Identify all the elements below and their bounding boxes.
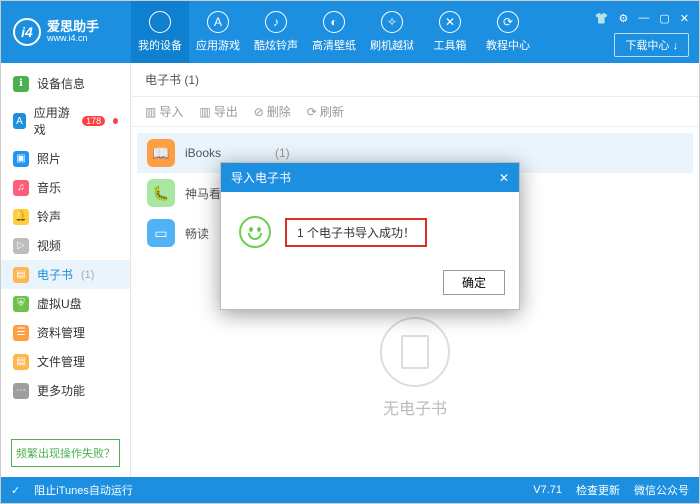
sidebar-icon: ▤ [13, 267, 29, 283]
badge: 178 [82, 116, 105, 126]
sidebar-icon: ℹ [13, 76, 29, 92]
sidebar-icon: ▣ [13, 151, 29, 167]
app-icon: 📖 [147, 139, 175, 167]
success-icon [239, 216, 271, 248]
app-count: (1) [275, 146, 290, 160]
help-button[interactable]: 频繁出现操作失败？ [11, 439, 120, 467]
empty-icon [380, 317, 450, 387]
minimize-button[interactable]: — [638, 12, 649, 25]
import-result-dialog: 导入电子书 ✕ 1 个电子书导入成功！ 确定 [220, 162, 520, 310]
sidebar-item-照片[interactable]: ▣照片 [1, 144, 130, 173]
nav-工具箱[interactable]: ✕工具箱 [421, 1, 479, 63]
sidebar-item-视频[interactable]: ▷视频 [1, 231, 130, 260]
dialog-close-icon[interactable]: ✕ [499, 171, 509, 185]
theme-icon[interactable]: 👕 [595, 12, 609, 25]
nav-icon: ◐ [323, 11, 345, 33]
wechat-button[interactable]: 微信公众号 [634, 482, 689, 498]
export-button[interactable]: ▥ 导出 [199, 103, 237, 120]
itunes-toggle[interactable]: 阻止iTunes自动运行 [34, 482, 133, 498]
nav-icon [149, 11, 171, 33]
notification-dot [113, 118, 118, 124]
breadcrumb: 电子书 (1) [131, 63, 699, 97]
check-update-button[interactable]: 检查更新 [576, 482, 620, 498]
version-label: V7.71 [533, 484, 562, 496]
empty-text: 无电子书 [383, 395, 447, 419]
sidebar-item-应用游戏[interactable]: A应用游戏178 [1, 98, 130, 144]
sidebar-icon: ♫ [13, 180, 29, 196]
sidebar-icon: 🔔 [13, 209, 29, 225]
refresh-button[interactable]: ⟳ 刷新 [307, 103, 344, 120]
nav-高清壁纸[interactable]: ◐高清壁纸 [305, 1, 363, 63]
nav-icon: ⟳ [497, 11, 519, 33]
nav-icon: A [207, 11, 229, 33]
brand-logo: i4 爱思助手 www.i4.cn [1, 18, 131, 46]
logo-icon: i4 [13, 18, 41, 46]
sidebar-item-铃声[interactable]: 🔔铃声 [1, 202, 130, 231]
count: (1) [81, 269, 94, 281]
sidebar-icon: ☰ [13, 325, 29, 341]
sidebar-icon: ⋯ [13, 383, 29, 399]
app-name: iBooks [185, 146, 265, 160]
brand-name: 爱思助手 [47, 20, 99, 34]
sidebar-item-设备信息[interactable]: ℹ设备信息 [1, 69, 130, 98]
sidebar-item-文件管理[interactable]: ▤文件管理 [1, 347, 130, 376]
nav-icon: ✧ [381, 11, 403, 33]
download-center-button[interactable]: 下载中心 ↓ [614, 33, 689, 57]
sidebar-icon: ▷ [13, 238, 29, 254]
sidebar-icon: A [13, 113, 26, 129]
dialog-title: 导入电子书 [231, 169, 291, 186]
nav-应用游戏[interactable]: A应用游戏 [189, 1, 247, 63]
sidebar-icon: ▤ [13, 354, 29, 370]
close-button[interactable]: ✕ [680, 12, 689, 25]
sidebar-item-音乐[interactable]: ♫音乐 [1, 173, 130, 202]
delete-button[interactable]: ⊘ 删除 [254, 103, 291, 120]
app-icon: ▭ [147, 219, 175, 247]
sidebar-icon: ⛨ [13, 296, 29, 312]
sidebar-item-更多功能[interactable]: ⋯更多功能 [1, 376, 130, 405]
nav-教程中心[interactable]: ⟳教程中心 [479, 1, 537, 63]
sidebar-item-资料管理[interactable]: ☰资料管理 [1, 318, 130, 347]
nav-icon: ✕ [439, 11, 461, 33]
nav-icon: ♪ [265, 11, 287, 33]
dialog-message: 1 个电子书导入成功！ [285, 218, 427, 247]
sidebar-item-电子书[interactable]: ▤电子书(1) [1, 260, 130, 289]
nav-酷炫铃声[interactable]: ♪酷炫铃声 [247, 1, 305, 63]
maximize-button[interactable]: ▢ [659, 12, 669, 25]
settings-icon[interactable]: ⚙ [619, 12, 629, 25]
ok-button[interactable]: 确定 [443, 270, 505, 295]
brand-url: www.i4.cn [47, 34, 99, 44]
checkmark-icon: ✓ [11, 484, 20, 497]
nav-我的设备[interactable]: 我的设备 [131, 1, 189, 63]
app-icon: 🐛 [147, 179, 175, 207]
import-button[interactable]: ▥ 导入 [145, 103, 183, 120]
nav-刷机越狱[interactable]: ✧刷机越狱 [363, 1, 421, 63]
sidebar-item-虚拟U盘[interactable]: ⛨虚拟U盘 [1, 289, 130, 318]
